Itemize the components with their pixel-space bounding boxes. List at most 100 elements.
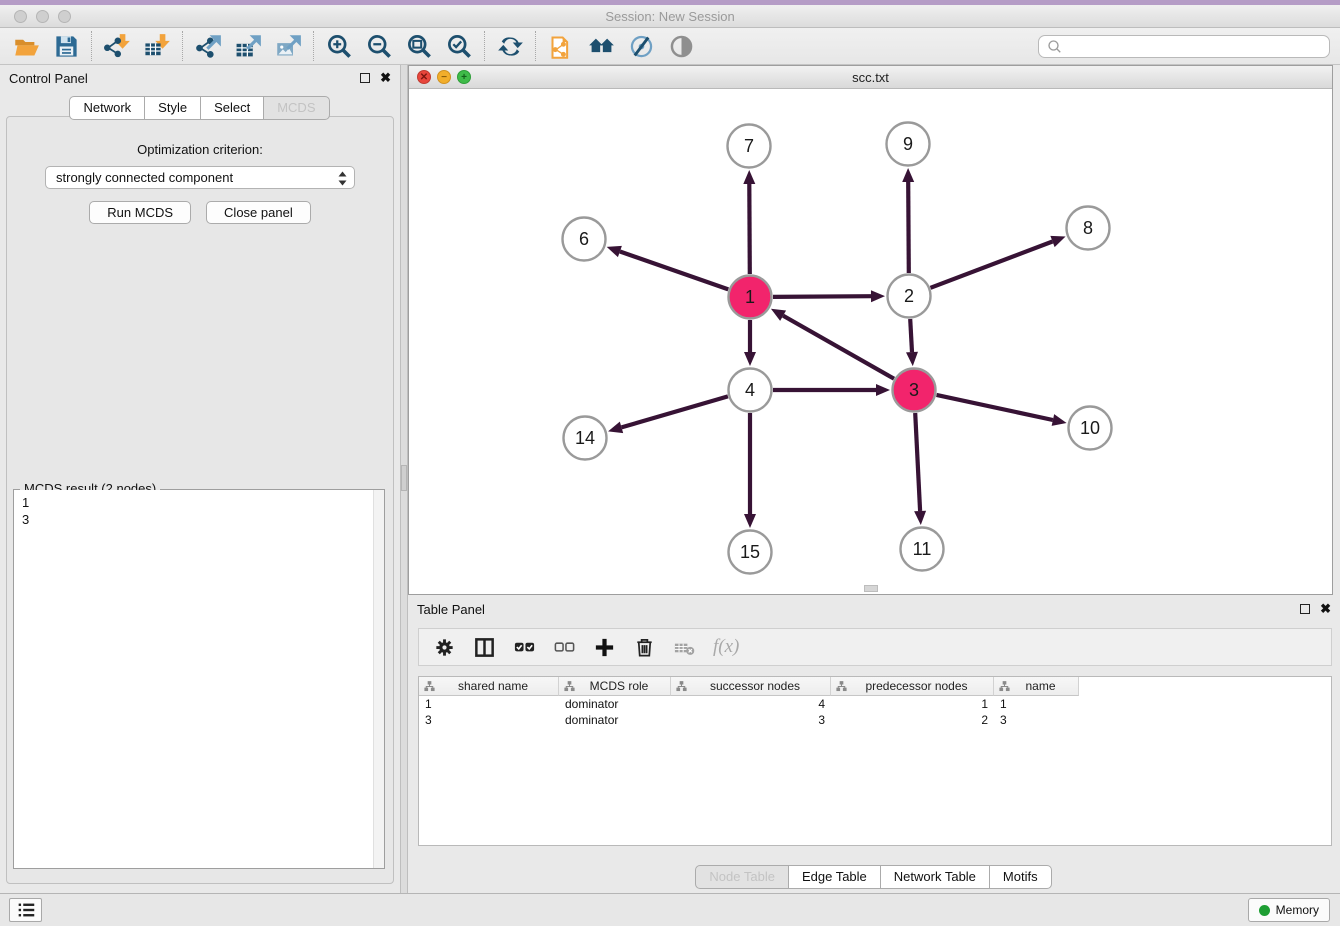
- import-network-button[interactable]: [97, 31, 137, 62]
- edge-3-11[interactable]: [915, 413, 920, 511]
- table-cell[interactable]: 2: [831, 712, 994, 728]
- table-row[interactable]: 1dominator411: [419, 696, 1331, 712]
- tab-mcds[interactable]: MCDS: [263, 96, 329, 120]
- edge-1-2[interactable]: [773, 296, 871, 297]
- search-input[interactable]: [1038, 35, 1330, 58]
- network-bottom-grip[interactable]: [864, 585, 878, 592]
- table-cell[interactable]: 3: [671, 712, 831, 728]
- memory-button[interactable]: Memory: [1248, 898, 1330, 922]
- zoom-in-button[interactable]: [319, 31, 359, 62]
- result-scrollbar[interactable]: [373, 490, 384, 868]
- table-cell[interactable]: 3: [419, 712, 559, 728]
- edge-1-6[interactable]: [620, 252, 728, 290]
- table-cell[interactable]: 1: [994, 696, 1079, 712]
- mcds-result-group: MCDS result (2 nodes) 13: [13, 489, 385, 869]
- edge-3-1[interactable]: [783, 316, 894, 379]
- import-network-icon: [104, 33, 131, 60]
- import-table-button[interactable]: [137, 31, 177, 62]
- zoom-out-icon: [366, 33, 393, 60]
- close-panel-icon[interactable]: ✖: [380, 73, 391, 83]
- show-graphics-details-button[interactable]: [661, 31, 701, 62]
- edge-2-9[interactable]: [908, 182, 909, 273]
- node-table[interactable]: shared nameMCDS rolesuccessor nodesprede…: [418, 676, 1332, 846]
- table-cell[interactable]: 3: [994, 712, 1079, 728]
- tab-node-table[interactable]: Node Table: [695, 865, 789, 889]
- close-panel-button[interactable]: Close panel: [206, 201, 311, 224]
- edge-2-8[interactable]: [931, 242, 1053, 288]
- edge-4-14[interactable]: [622, 396, 728, 427]
- table-float-panel-icon[interactable]: [1300, 604, 1310, 614]
- network-node-14[interactable]: 14: [564, 417, 607, 460]
- unselect-all-columns-button[interactable]: [553, 636, 576, 659]
- run-mcds-button[interactable]: Run MCDS: [89, 201, 191, 224]
- open-session-button[interactable]: [6, 31, 46, 62]
- toolbar-separator: [182, 31, 183, 61]
- zoom-out-button[interactable]: [359, 31, 399, 62]
- column-header-name[interactable]: name: [994, 677, 1079, 696]
- unselect-all-columns-icon: [553, 636, 576, 659]
- table-cell[interactable]: dominator: [559, 712, 671, 728]
- network-node-9[interactable]: 9: [887, 123, 930, 166]
- tab-network-table[interactable]: Network Table: [880, 865, 990, 889]
- node-label: 14: [575, 428, 595, 448]
- table-cell[interactable]: 1: [419, 696, 559, 712]
- tab-style[interactable]: Style: [144, 96, 201, 120]
- toggle-panes-button[interactable]: [473, 636, 496, 659]
- tab-motifs[interactable]: Motifs: [989, 865, 1052, 889]
- select-all-columns-button[interactable]: [513, 636, 536, 659]
- help-home-button[interactable]: [581, 31, 621, 62]
- network-node-7[interactable]: 7: [728, 125, 771, 168]
- optimization-dropdown[interactable]: strongly connected component: [45, 166, 355, 189]
- zoom-selected-button[interactable]: [439, 31, 479, 62]
- network-node-11[interactable]: 11: [901, 528, 944, 571]
- export-table-button[interactable]: [228, 31, 268, 62]
- network-node-4[interactable]: 4: [729, 369, 772, 412]
- network-node-6[interactable]: 6: [563, 218, 606, 261]
- column-header-MCDS-role[interactable]: MCDS role: [559, 677, 671, 696]
- hide-graphics-details-button[interactable]: [621, 31, 661, 62]
- tab-select[interactable]: Select: [200, 96, 264, 120]
- network-from-file-button[interactable]: [541, 31, 581, 62]
- show-graphics-details-icon: [668, 33, 695, 60]
- column-header-predecessor-nodes[interactable]: predecessor nodes: [831, 677, 994, 696]
- edge-1-7[interactable]: [749, 184, 750, 274]
- network-graph[interactable]: 7 9 6 8 1 2 4 3 14 10 15 11: [409, 89, 1332, 594]
- table-cell[interactable]: dominator: [559, 696, 671, 712]
- network-node-3[interactable]: 3: [893, 369, 936, 412]
- create-column-button[interactable]: [593, 636, 616, 659]
- table-row[interactable]: 3dominator323: [419, 712, 1331, 728]
- network-node-1[interactable]: 1: [729, 276, 772, 319]
- export-network-button[interactable]: [188, 31, 228, 62]
- save-session-button[interactable]: [46, 31, 86, 62]
- export-image-button[interactable]: [268, 31, 308, 62]
- delete-columns-icon: [633, 636, 656, 659]
- tab-edge-table[interactable]: Edge Table: [788, 865, 881, 889]
- attribute-icon: [563, 680, 576, 693]
- table-cell[interactable]: 1: [831, 696, 994, 712]
- network-node-2[interactable]: 2: [888, 275, 931, 318]
- refresh-view-button[interactable]: [490, 31, 530, 62]
- table-cell[interactable]: 4: [671, 696, 831, 712]
- column-settings-button[interactable]: [433, 636, 456, 659]
- table-close-panel-icon[interactable]: ✖: [1320, 604, 1331, 614]
- panel-splitter[interactable]: [400, 65, 408, 893]
- result-line: 1: [22, 494, 376, 511]
- network-node-15[interactable]: 15: [729, 531, 772, 574]
- table-header-row: shared nameMCDS rolesuccessor nodesprede…: [419, 677, 1331, 696]
- tab-network[interactable]: Network: [69, 96, 145, 120]
- edge-3-10[interactable]: [937, 395, 1053, 420]
- edge-2-3[interactable]: [910, 319, 912, 352]
- task-history-button[interactable]: [9, 898, 42, 922]
- network-canvas[interactable]: 7 9 6 8 1 2 4 3 14 10 15 11: [409, 89, 1332, 594]
- network-node-10[interactable]: 10: [1069, 407, 1112, 450]
- memory-label: Memory: [1276, 903, 1319, 917]
- zoom-fit-button[interactable]: [399, 31, 439, 62]
- float-panel-icon[interactable]: [360, 73, 370, 83]
- column-header-shared-name[interactable]: shared name: [419, 677, 559, 696]
- column-header-successor-nodes[interactable]: successor nodes: [671, 677, 831, 696]
- delete-columns-button[interactable]: [633, 636, 656, 659]
- network-node-8[interactable]: 8: [1067, 207, 1110, 250]
- node-label: 4: [745, 380, 755, 400]
- splitter-grip[interactable]: [401, 465, 407, 491]
- mcds-result-text[interactable]: 13: [14, 490, 384, 868]
